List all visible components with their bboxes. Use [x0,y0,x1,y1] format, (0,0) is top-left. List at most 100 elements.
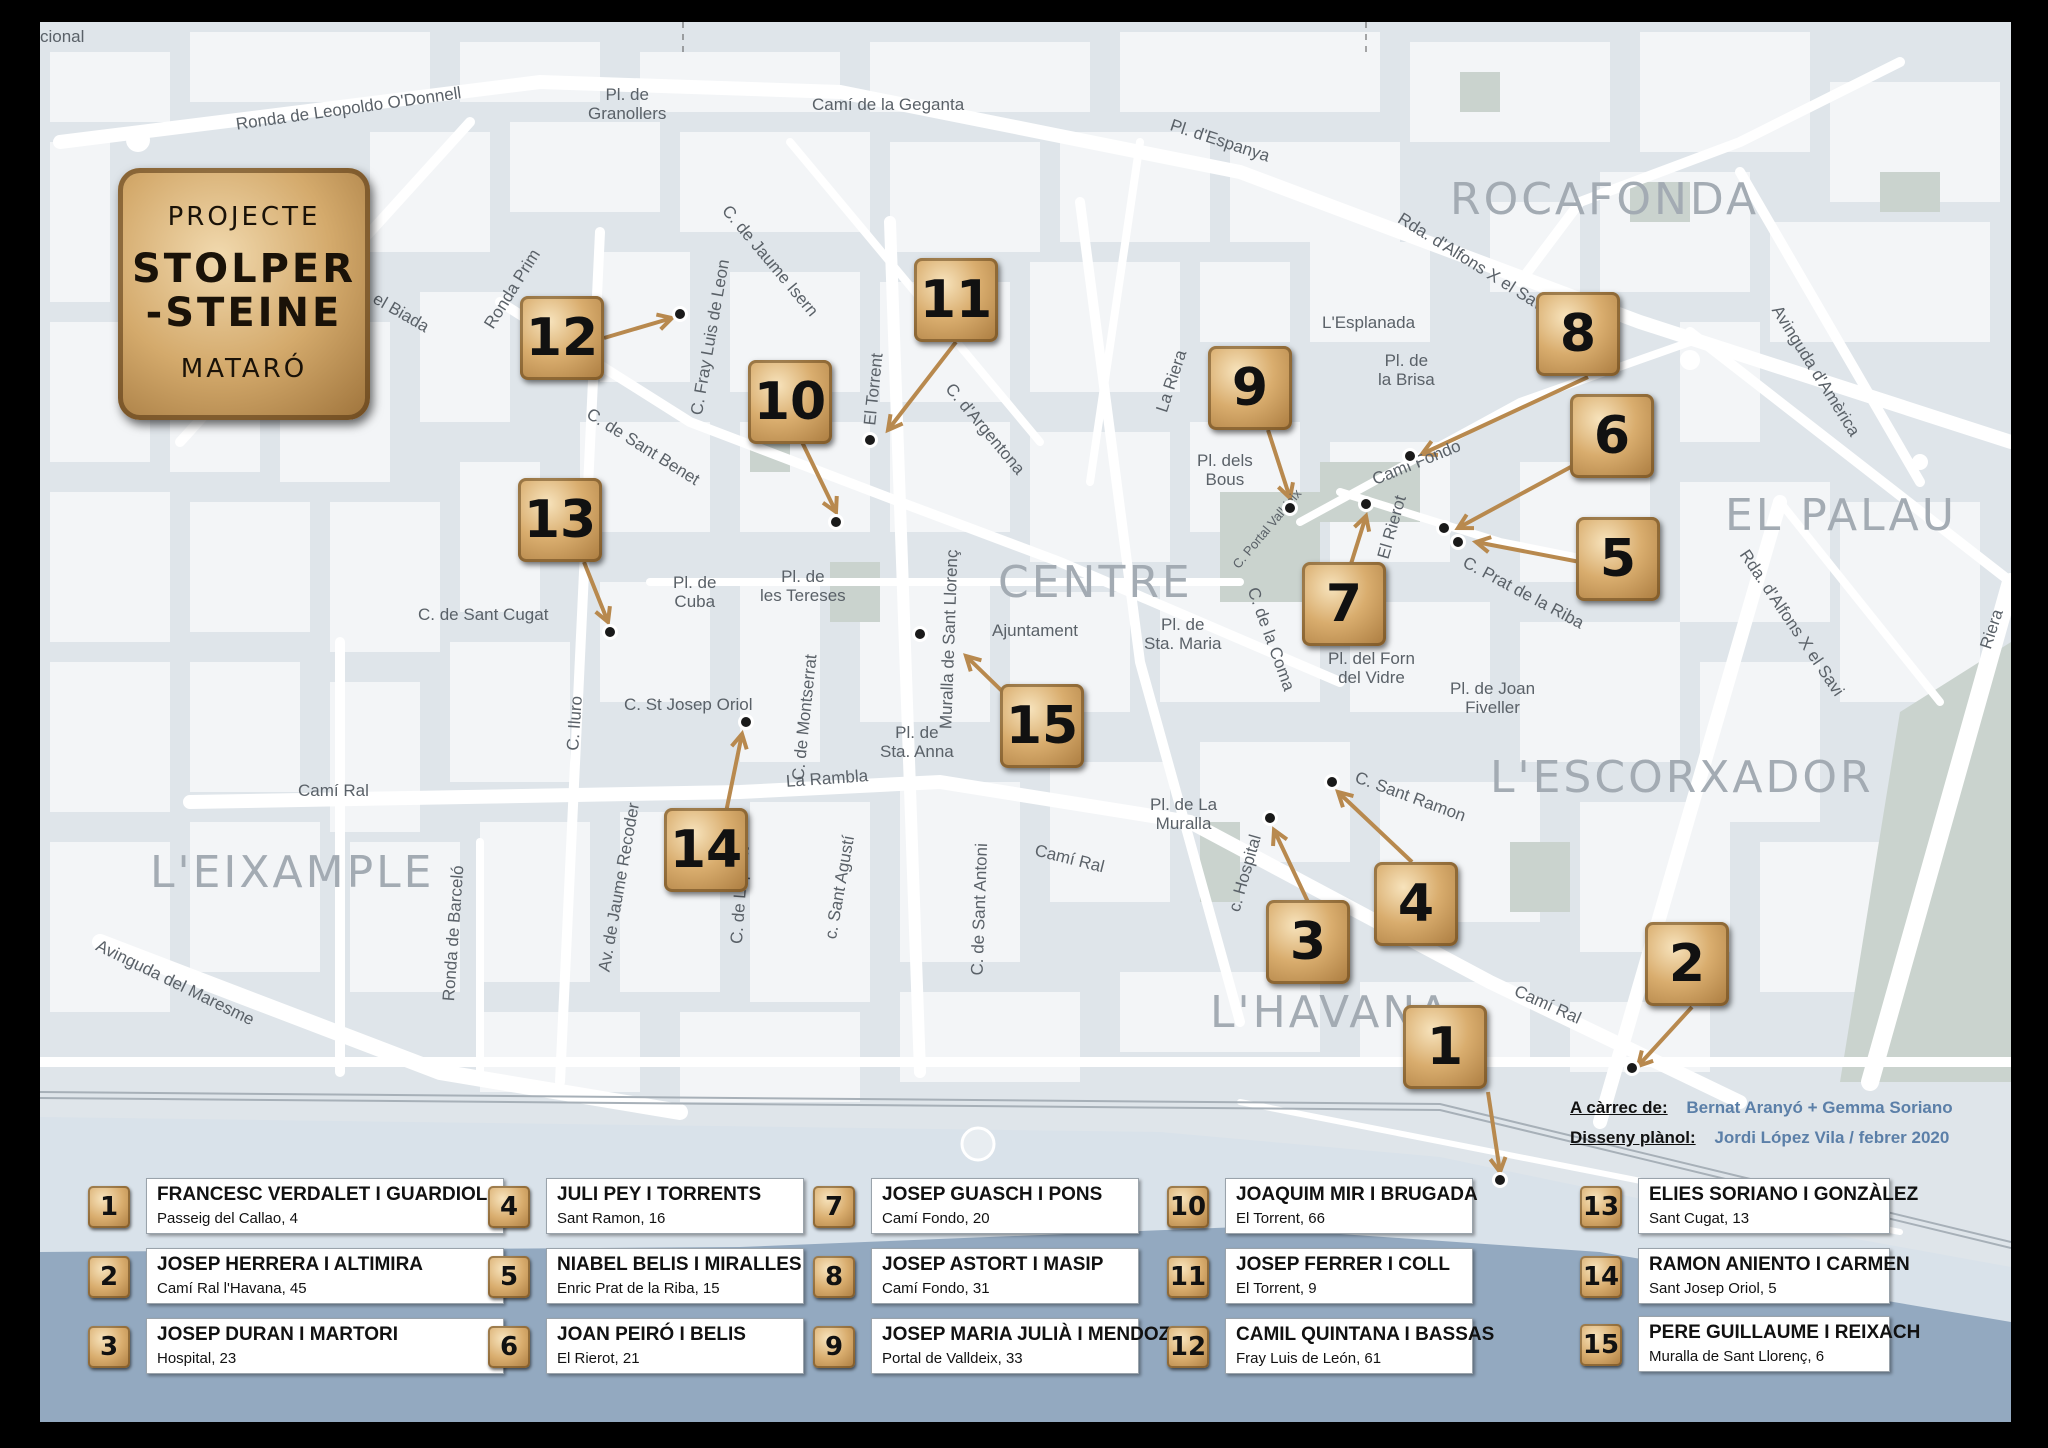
legend-entry-2[interactable]: 2 JOSEP HERRERA I ALTIMIRA Camí Ral l'Ha… [88,1248,508,1304]
stone-address: El Rierot, 21 [557,1350,640,1367]
stone-address: Camí Ral l'Havana, 45 [157,1280,307,1297]
legend-entry-7[interactable]: 7 JOSEP GUASCH I PONS Camí Fondo, 20 [813,1178,1183,1234]
stone-name: ELIES SORIANO I GONZÀLEZ [1649,1184,1919,1205]
legend-box: JOSEP DURAN I MARTORI Hospital, 23 [146,1318,504,1374]
location-dot-4[interactable] [1324,774,1340,790]
stone-name: NIABEL BELIS I MIRALLES [557,1254,802,1275]
street-label: L'Esplanada [1322,313,1416,332]
legend-number: 3 [88,1326,130,1368]
stone-marker-13[interactable]: 13 [518,478,602,562]
legend-entry-15[interactable]: 15 PERE GUILLAUME I REIXACH Muralla de S… [1580,1316,1940,1372]
stone-marker-14[interactable]: 14 [664,808,748,892]
location-dot-8[interactable] [1402,448,1418,464]
location-dot-5[interactable] [1450,534,1466,550]
legend-number: 7 [813,1186,855,1228]
legend-number: 12 [1167,1326,1209,1368]
legend-box: PERE GUILLAUME I REIXACH Muralla de Sant… [1638,1316,1920,1372]
street-label: Pl. de les Tereses [760,567,846,605]
district-el-palau: EL PALAU [1725,490,1957,541]
legend-entry-12[interactable]: 12 CAMIL QUINTANA I BASSAS Fray Luis de … [1167,1318,1497,1374]
legend-entry-11[interactable]: 11 JOSEP FERRER I COLL El Torrent, 9 [1167,1248,1497,1304]
legend-number: 14 [1580,1256,1622,1298]
legend-box: JOAQUIM MIR I BRUGADA El Torrent, 66 [1225,1178,1478,1234]
title-line: -STEINE [145,290,343,336]
legend-box: RAMON ANIENTO I CARMEN Sant Josep Oriol,… [1638,1248,1910,1304]
stone-marker-3[interactable]: 3 [1266,900,1350,984]
stone-marker-7[interactable]: 7 [1302,562,1386,646]
credit-authors-label: A càrrec de: [1570,1098,1668,1117]
legend-entry-1[interactable]: 1 FRANCESC VERDALET I GUARDIOLA Passeig … [88,1178,508,1234]
stone-marker-5[interactable]: 5 [1576,517,1660,601]
legend-entry-8[interactable]: 8 JOSEP ASTORT I MASIP Camí Fondo, 31 [813,1248,1183,1304]
location-dot-3[interactable] [1262,810,1278,826]
credit-authors-value: Bernat Aranyó + Gemma Soriano [1686,1098,1953,1117]
map-frame[interactable]: ROCAFONDA EL PALAU CENTRE L'ESCORXADOR L… [40,22,2011,1422]
street-label: Camí de la Geganta [812,95,965,114]
stone-name: JOSEP ASTORT I MASIP [882,1254,1104,1275]
stone-name: RAMON ANIENTO I CARMEN [1649,1254,1910,1275]
stone-address: Hospital, 23 [157,1350,237,1367]
stone-marker-9[interactable]: 9 [1208,346,1292,430]
location-dot-10[interactable] [828,514,844,530]
stone-name: FRANCESC VERDALET I GUARDIOLA [157,1184,502,1205]
location-dot-11[interactable] [862,432,878,448]
stone-marker-6[interactable]: 6 [1570,394,1654,478]
top-black-bar [0,0,2048,22]
stone-name: JOSEP FERRER I COLL [1236,1254,1450,1275]
legend-number: 10 [1167,1186,1209,1228]
title-line: MATARÓ [180,354,308,384]
location-dot-13[interactable] [602,624,618,640]
legend-box: CAMIL QUINTANA I BASSAS Fray Luis de Leó… [1225,1318,1494,1374]
stone-marker-4[interactable]: 4 [1374,862,1458,946]
title-line: PROJECTE [167,202,321,232]
legend-entry-4[interactable]: 4 JULI PEY I TORRENTS Sant Ramon, 16 [488,1178,818,1234]
legend-entry-9[interactable]: 9 JOSEP MARIA JULIÀ I MENDOZA Portal de … [813,1318,1184,1374]
stone-address: Sant Josep Oriol, 5 [1649,1280,1777,1297]
location-dot-7[interactable] [1358,496,1374,512]
stone-name: JOSEP MARIA JULIÀ I MENDOZA [882,1324,1184,1345]
street-label: C. de Sant Cugat [418,605,549,624]
location-dot-9[interactable] [1282,500,1298,516]
legend-box: JOSEP ASTORT I MASIP Camí Fondo, 31 [871,1248,1139,1304]
street-label: Pl. de Joan Fiveller [1450,679,1536,717]
stone-name: JOSEP HERRERA I ALTIMIRA [157,1254,424,1275]
stone-marker-11[interactable]: 11 [914,258,998,342]
legend-entry-6[interactable]: 6 JOAN PEIRÓ I BELIS El Rierot, 21 [488,1318,818,1374]
legend-number: 11 [1167,1256,1209,1298]
stone-name: JOAQUIM MIR I BRUGADA [1236,1184,1478,1205]
stone-marker-2[interactable]: 2 [1645,922,1729,1006]
stone-marker-1[interactable]: 1 [1403,1005,1487,1089]
legend-box: JOSEP MARIA JULIÀ I MENDOZA Portal de Va… [871,1318,1184,1374]
legend-number: 13 [1580,1186,1622,1228]
street-label: Pl. de la Brisa [1378,351,1435,389]
stone-marker-15[interactable]: 15 [1000,684,1084,768]
location-dot-2[interactable] [1624,1060,1640,1076]
stone-address: Camí Fondo, 31 [882,1280,990,1297]
district-escorxador: L'ESCORXADOR [1490,752,1874,803]
location-dot-15[interactable] [912,626,928,642]
legend-entry-5[interactable]: 5 NIABEL BELIS I MIRALLES Enric Prat de … [488,1248,818,1304]
stone-marker-10[interactable]: 10 [748,360,832,444]
location-dot-14[interactable] [738,714,754,730]
legend-entry-3[interactable]: 3 JOSEP DURAN I MARTORI Hospital, 23 [88,1318,508,1374]
legend-entry-13[interactable]: 13 ELIES SORIANO I GONZÀLEZ Sant Cugat, … [1580,1178,1940,1234]
legend-entry-10[interactable]: 10 JOAQUIM MIR I BRUGADA El Torrent, 66 [1167,1178,1497,1234]
street-label: Pl. de Sta. Maria [1144,615,1222,653]
credit-design-label: Disseny plànol: [1570,1128,1696,1147]
legend-number: 15 [1580,1324,1622,1366]
stone-address: Enric Prat de la Riba, 15 [557,1280,720,1297]
stone-address: Portal de Valldeix, 33 [882,1350,1023,1367]
stone-marker-12[interactable]: 12 [520,296,604,380]
credit-design: Disseny plànol: Jordi López Vila / febre… [1570,1128,1949,1148]
stone-marker-8[interactable]: 8 [1536,292,1620,376]
legend-entry-14[interactable]: 14 RAMON ANIENTO I CARMEN Sant Josep Ori… [1580,1248,1940,1304]
stone-address: Sant Ramon, 16 [557,1210,666,1227]
district-centre: CENTRE [998,557,1193,608]
stone-name: CAMIL QUINTANA I BASSAS [1236,1324,1495,1345]
street-label: C. Iluro [563,695,586,752]
location-dot-12[interactable] [672,306,688,322]
location-dot-6[interactable] [1436,520,1452,536]
stone-name: JOSEP GUASCH I PONS [882,1184,1103,1205]
street-label: Pl. de Sta. Anna [880,723,954,761]
district-eixample: L'EIXAMPLE [150,847,435,898]
